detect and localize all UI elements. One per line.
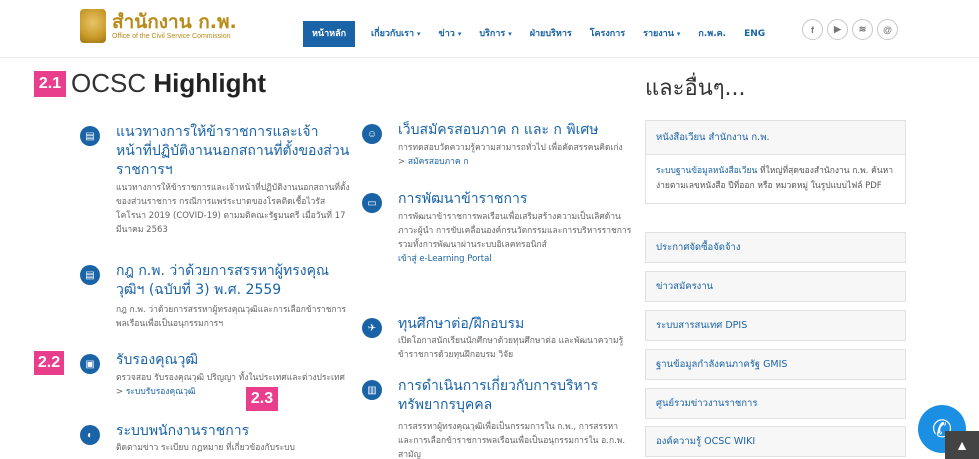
chevron-down-icon: ▾ [417,30,421,38]
nav-item-about[interactable]: เกี่ยวกับเรา ▾ [371,27,421,41]
sidebar-link-dpis[interactable]: ระบบสารสนเทศ DPIS [645,310,906,341]
logo-sub-text: Office of the Civil Service Commission [112,32,231,40]
site-header: สำนักงาน ก.พ. Office of the Civil Servic… [0,0,979,58]
chevron-down-icon: ▾ [676,30,681,38]
sidebar-link-ocsc-wiki[interactable]: องค์ความรู้ OCSC WIKI [645,426,906,457]
nav-item-mspb[interactable]: ก.พ.ค. [698,27,726,41]
item-desc: กฎ ก.พ. ว่าด้วยการสรรหาผู้ทรงคุณวุฒิและก… [116,305,347,329]
plane-icon: ✈ [362,318,382,338]
item-title[interactable]: ระบบพนักงานราชการ [116,422,350,441]
annotation-badge-2-1: 2.1 [34,71,66,97]
highlight-item-government-employee-system[interactable]: ◐ ระบบพนักงานราชการ ติดตามข่าว ระเบียบ ก… [80,422,350,459]
chevron-down-icon: ▾ [457,30,462,38]
chevron-down-icon: ▾ [508,30,512,38]
item-desc: เปิดโอกาสนักเรียนนักศึกษาด้วยทุนศึกษาต่อ… [398,336,624,360]
item-title[interactable]: เว็บสมัครสอบภาค ก และ ก พิเศษ [398,121,632,140]
system-icon: ◐ [80,425,100,445]
elearning-portal-link[interactable]: เข้าสู่ e-Learning Portal [398,254,492,264]
page: สำนักงาน ก.พ. Office of the Civil Servic… [0,0,979,459]
document-icon: ▤ [80,126,100,146]
degree-certification-link[interactable]: ระบบรับรองคุณวุฒิ [126,387,196,397]
highlight-item-exam-registration[interactable]: ☺ เว็บสมัครสอบภาค ก และ ก พิเศษ การทดสอบ… [362,121,632,174]
highlight-item-workplace-guideline[interactable]: ▤ แนวทางการให้ข้าราชการและเจ้าหน้าที่ปฏิ… [80,123,350,246]
annotation-badge-2-3: 2.3 [246,387,278,411]
item-desc: ติดตามข่าว ระเบียบ กฎหมาย ที่เกี่ยวข้องก… [116,443,295,453]
ocsc-emblem-icon [80,9,106,43]
item-desc: การสรรหาผู้ทรงคุณวุฒิเพื่อเป็นกรรมการใน … [398,422,626,459]
more-title: และอื่นๆ... [645,76,746,101]
document-icon: ▤ [80,265,100,285]
highlight-item-hr-management[interactable]: ▥ การดำเนินการเกี่ยวกับการบริหารทรัพยากร… [362,377,632,459]
nav-item-news[interactable]: ข่าว ▾ [439,27,462,41]
item-desc: การพัฒนาข้าราชการพลเรือนเพื่อเสริมสร้างค… [398,212,632,264]
main-nav: หน้าหลัก เกี่ยวกับเรา ▾ ข่าว ▾ บริการ ▾ ฝ่า… [303,21,783,47]
item-title[interactable]: รับรองคุณวุฒิ [116,351,350,370]
circular-letters-panel: หนังสือเวียน สำนักงาน ก.พ. ระบบฐานข้อมูล… [645,120,906,204]
item-title[interactable]: แนวทางการให้ข้าราชการและเจ้าหน้าที่ปฏิบั… [116,123,350,180]
rss-icon[interactable]: ≋ [852,19,873,40]
sidebar-link-gov-news[interactable]: ศูนย์รวมข่าวงานราชการ [645,388,906,419]
highlight-item-scholarship[interactable]: ✈ ทุนศึกษาต่อ/ฝึกอบรม เปิดโอกาสนักเรียนน… [362,315,632,363]
certificate-icon: ▣ [80,354,100,374]
facebook-icon[interactable]: f [802,19,823,40]
nav-item-home[interactable]: หน้าหลัก [303,21,356,47]
circular-letters-body: ระบบฐานข้อมูลหนังสือเวียน ที่ใหญ่ที่สุดข… [646,155,905,203]
highlight-item-degree-certification[interactable]: ▣ รับรองคุณวุฒิ ตรวจสอบ รับรองคุณวุฒิ ปร… [80,351,350,414]
nav-item-reports[interactable]: รายงาน ▾ [643,27,680,41]
email-icon[interactable]: @ [877,19,898,40]
youtube-icon[interactable]: ▶ [827,19,848,40]
nav-item-executives[interactable]: ฝ่ายบริหาร [530,27,572,41]
sidebar-link-gmis[interactable]: ฐานข้อมูลกำลังคนภาครัฐ GMIS [645,349,906,380]
elearning-icon: ▭ [362,193,382,213]
back-to-top-icon[interactable]: ▲ [945,431,979,459]
annotation-badge-2-2: 2.2 [34,351,64,375]
social-links: f ▶ ≋ @ [802,19,902,40]
site-logo[interactable]: สำนักงาน ก.พ. Office of the Civil Servic… [80,9,237,43]
item-title[interactable]: การพัฒนาข้าราชการ [398,190,632,209]
nav-item-projects[interactable]: โครงการ [590,27,625,41]
exam-registration-link[interactable]: สมัครสอบภาค ก [408,157,469,167]
highlight-item-civil-servant-development[interactable]: ▭ การพัฒนาข้าราชการ การพัฒนาข้าราชการพลเ… [362,190,632,298]
item-title[interactable]: การดำเนินการเกี่ยวกับการบริหารทรัพยากรบุ… [398,377,632,415]
circular-letters-title[interactable]: หนังสือเวียน สำนักงาน ก.พ. [646,121,905,155]
sidebar-link-jobs[interactable]: ข่าวสมัครงาน [645,271,906,302]
item-desc: ตรวจสอบ รับรองคุณวุฒิ ปริญญา ทั้งในประเท… [116,373,345,397]
highlight-item-ocsc-rule[interactable]: ▤ กฎ ก.พ. ว่าด้วยการสรรหาผู้ทรงคุณวุฒิฯ … [80,262,350,335]
item-desc: การทดสอบวัดความรู้ความสามารถทั่วไป เพื่อ… [398,143,623,167]
item-desc: แนวทางการให้ข้าราชการและเจ้าหน้าที่ปฏิบั… [116,183,350,235]
highlight-title: OCSC Highlight [71,68,266,98]
nav-item-services[interactable]: บริการ ▾ [479,27,511,41]
logo-main-text: สำนักงาน ก.พ. [112,10,237,33]
users-icon: ☺ [362,124,382,144]
sidebar-link-procurement[interactable]: ประกาศจัดซื้อจัดจ้าง [645,232,906,263]
nav-item-eng[interactable]: ENG [744,27,765,41]
item-title[interactable]: ทุนศึกษาต่อ/ฝึกอบรม [398,315,632,334]
item-title[interactable]: กฎ ก.พ. ว่าด้วยการสรรหาผู้ทรงคุณวุฒิฯ (ฉ… [116,262,350,300]
circular-letters-db-link[interactable]: ระบบฐานข้อมูลหนังสือเวียน [656,166,757,176]
chart-icon: ▥ [362,380,382,400]
